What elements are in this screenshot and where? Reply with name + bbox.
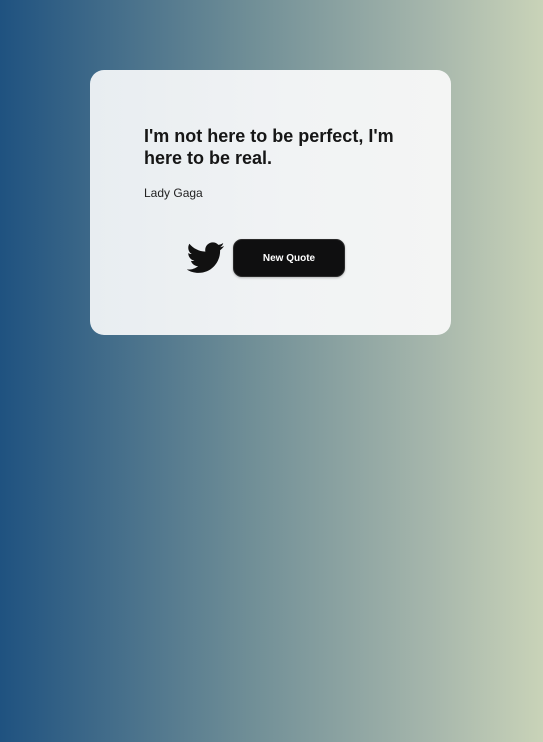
tweet-quote-button[interactable] (187, 241, 225, 275)
new-quote-button[interactable]: New Quote (233, 239, 345, 277)
quote-card: I'm not here to be perfect, I'm here to … (90, 70, 451, 335)
quote-text: I'm not here to be perfect, I'm here to … (144, 126, 394, 168)
quote-author: Lady Gaga (144, 186, 203, 200)
twitter-bird-icon (187, 241, 225, 275)
